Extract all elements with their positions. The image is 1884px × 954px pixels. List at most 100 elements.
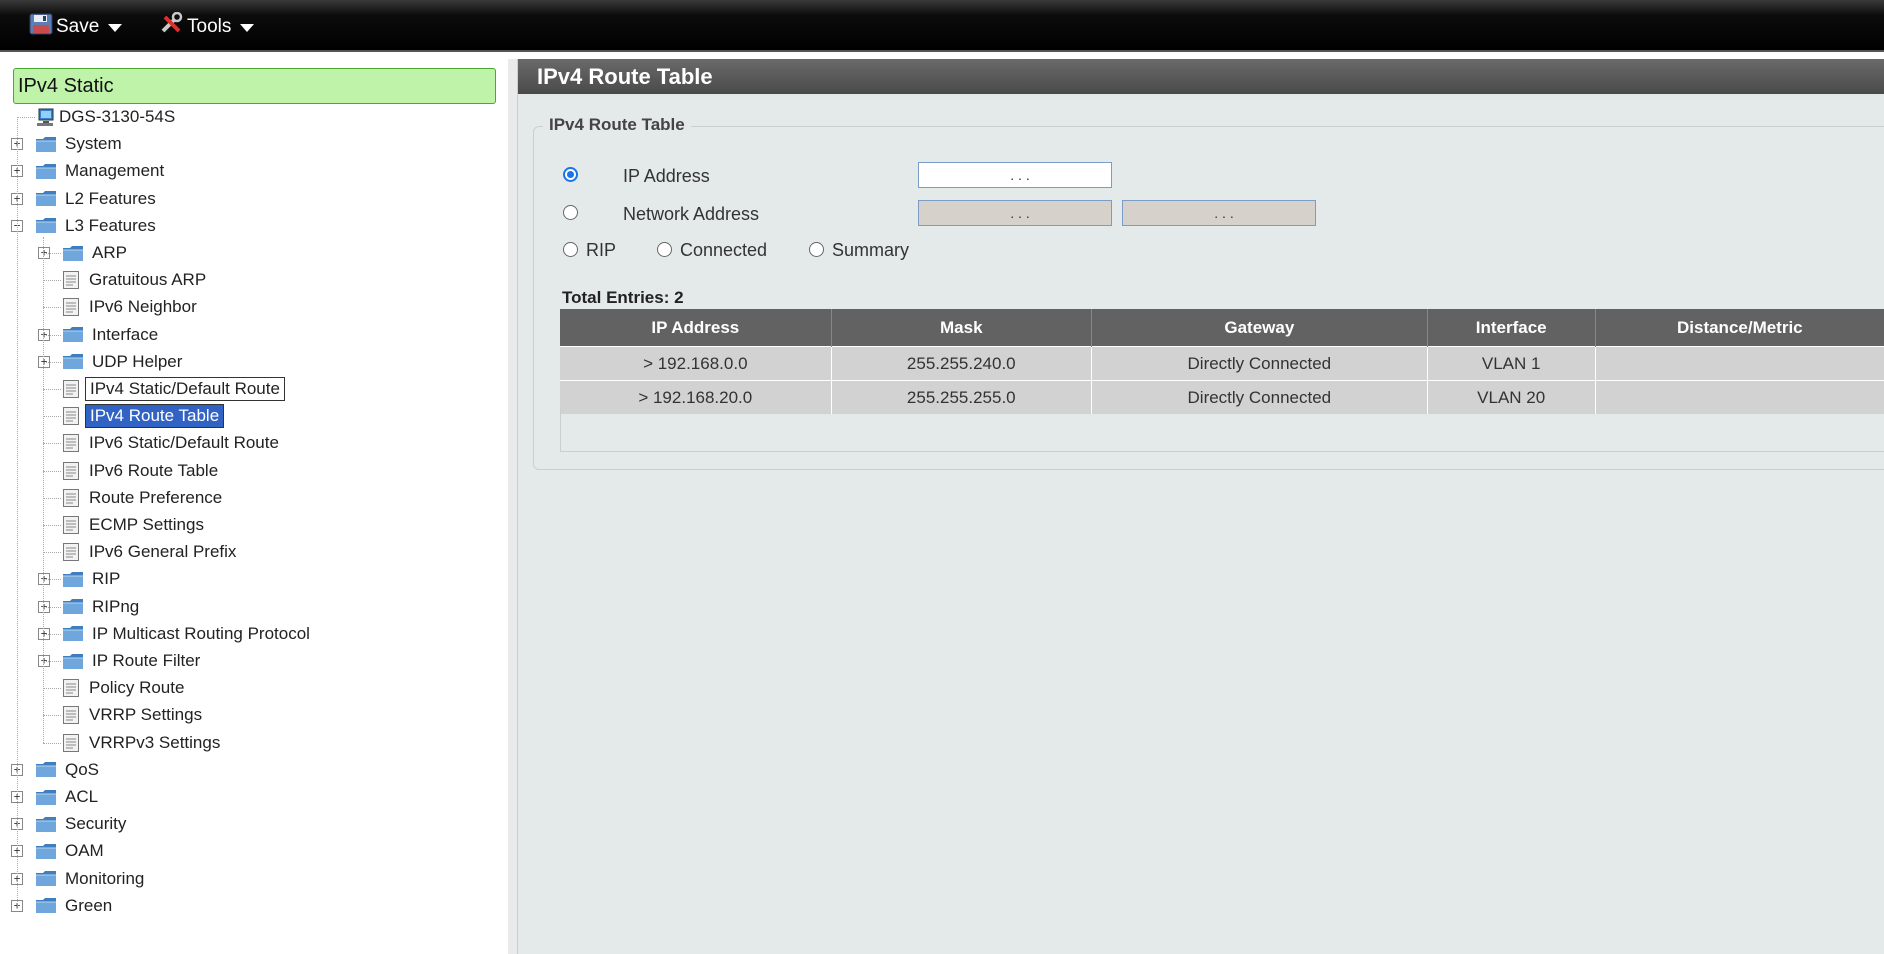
tree-root-device[interactable]: DGS-3130-54S bbox=[35, 105, 179, 129]
tree-item-label: Interface bbox=[92, 324, 159, 344]
tree-item-interface[interactable]: + Interface bbox=[38, 323, 162, 347]
tree-item-ipv4-route-table[interactable]: IPv4 Route Table bbox=[62, 404, 225, 429]
tree-item-gratuitous-arp[interactable]: Gratuitous ARP bbox=[62, 268, 210, 292]
tree-item-qos[interactable]: + QoS bbox=[11, 758, 103, 782]
tree-item-acl[interactable]: + ACL bbox=[11, 785, 102, 809]
tree-item-label: System bbox=[65, 134, 122, 154]
tree-item-label: VRRP Settings bbox=[89, 705, 203, 725]
folder-icon bbox=[35, 789, 57, 806]
tree-item-label: DGS-3130-54S bbox=[59, 107, 176, 126]
folder-icon bbox=[35, 870, 57, 887]
tree-item-policy-route[interactable]: Policy Route bbox=[62, 676, 188, 700]
main-content: IPv4 Route Table IPv4 Route Table IP Add… bbox=[517, 59, 1884, 954]
tree-item-route-preference[interactable]: Route Preference bbox=[62, 486, 226, 510]
tree-item-ecmp-settings[interactable]: ECMP Settings bbox=[62, 513, 208, 537]
tree-item-arp[interactable]: + ARP bbox=[38, 241, 131, 265]
folder-icon bbox=[35, 163, 57, 180]
folder-icon bbox=[62, 326, 84, 343]
tree-item-ip-multicast-routing-protocol[interactable]: + IP Multicast Routing Protocol bbox=[38, 622, 314, 646]
tree-connector bbox=[43, 525, 61, 526]
tree-connector bbox=[43, 606, 61, 608]
tree-item-green[interactable]: + Green bbox=[11, 894, 116, 918]
tree-item-ipv4-static-default-route[interactable]: IPv4 Static/Default Route bbox=[62, 377, 285, 401]
tree-item-label: Security bbox=[65, 814, 127, 834]
tree-item-l2-features[interactable]: + L2 Features bbox=[11, 187, 160, 211]
folder-icon bbox=[62, 625, 84, 642]
folder-icon bbox=[35, 843, 57, 860]
folder-icon bbox=[62, 653, 84, 670]
tree-item-label: Monitoring bbox=[65, 868, 145, 888]
tree-connector bbox=[43, 280, 61, 282]
connected-label: Connected bbox=[680, 240, 768, 260]
tree-item-vrrp-settings[interactable]: VRRP Settings bbox=[62, 703, 206, 727]
tree-item-ipv6-neighbor[interactable]: IPv6 Neighbor bbox=[62, 295, 201, 319]
tree-connector bbox=[43, 742, 61, 744]
ip-address-input[interactable]: . . . bbox=[918, 162, 1112, 188]
tree-item-label: IPv4 Route Table bbox=[85, 404, 225, 429]
tree-item-vrrpv3-settings[interactable]: VRRPv3 Settings bbox=[62, 731, 224, 755]
tree-item-label: Route Preference bbox=[89, 487, 223, 507]
page-icon bbox=[62, 270, 80, 290]
tree-search-input[interactable]: IPv4 Static bbox=[13, 68, 496, 104]
tree-item-ip-route-filter[interactable]: + IP Route Filter bbox=[38, 649, 204, 673]
tree-item-label: RIPng bbox=[92, 596, 140, 616]
ip-address-label: IP Address bbox=[623, 166, 710, 186]
tree-item-system[interactable]: + System bbox=[11, 132, 126, 156]
top-toolbar: Save Tools bbox=[0, 0, 1884, 52]
tree-connector bbox=[43, 307, 61, 309]
cell-ip-address[interactable]: > 192.168.0.0 bbox=[560, 346, 832, 381]
tree-item-label: Gratuitous ARP bbox=[89, 270, 207, 290]
tree-item-ripng[interactable]: + RIPng bbox=[38, 595, 143, 619]
tree-connector bbox=[43, 237, 44, 743]
page-icon bbox=[62, 406, 80, 426]
page-icon bbox=[62, 733, 80, 753]
tree-item-ipv6-route-table[interactable]: IPv6 Route Table bbox=[62, 459, 222, 483]
tree-item-label: IPv6 Neighbor bbox=[89, 297, 197, 317]
tree-item-ipv6-static-default-route[interactable]: IPv6 Static/Default Route bbox=[62, 431, 283, 455]
save-menu-button[interactable]: Save bbox=[29, 10, 123, 44]
tree-item-management[interactable]: + Management bbox=[11, 159, 168, 183]
cell-interface: VLAN 1 bbox=[1427, 346, 1596, 381]
tree-item-udp-helper[interactable]: + UDP Helper bbox=[38, 350, 186, 374]
folder-icon bbox=[35, 897, 57, 914]
tree-item-label: VRRPv3 Settings bbox=[89, 732, 221, 752]
tree-item-label: IPv6 Static/Default Route bbox=[89, 433, 279, 453]
tree-connector bbox=[43, 715, 61, 717]
tree-item-oam[interactable]: + OAM bbox=[11, 839, 108, 863]
tree-connector bbox=[43, 361, 61, 363]
network-address-label: Network Address bbox=[623, 204, 760, 224]
tree-item-label: ACL bbox=[65, 787, 99, 806]
tree-item-label: IPv6 General Prefix bbox=[89, 542, 237, 562]
summary-radio[interactable] bbox=[809, 242, 824, 257]
tree-item-ipv6-general-prefix[interactable]: IPv6 General Prefix bbox=[62, 540, 240, 564]
cell-distance-metric bbox=[1595, 346, 1884, 381]
cell-gateway: Directly Connected bbox=[1091, 346, 1428, 381]
chevron-down-icon bbox=[108, 24, 123, 32]
tree-item-label: OAM bbox=[65, 841, 104, 861]
ip-address-radio[interactable] bbox=[563, 167, 578, 182]
connected-radio[interactable] bbox=[657, 242, 672, 257]
tree-connector bbox=[43, 334, 61, 336]
tree-connector bbox=[43, 688, 61, 690]
folder-icon bbox=[35, 190, 57, 207]
rip-label: RIP bbox=[586, 240, 617, 260]
panel-splitter[interactable] bbox=[508, 59, 517, 954]
column-header: Distance/Metric bbox=[1595, 309, 1884, 347]
tools-menu-button[interactable]: Tools bbox=[160, 10, 255, 44]
table-header-row: IP Address Mask Gateway Interface Distan… bbox=[560, 309, 1884, 347]
tree-item-l3-features[interactable]: − L3 Features bbox=[11, 214, 160, 238]
navigation-tree-panel: IPv4 Static DGS-3130-54S + System + Manageme… bbox=[5, 59, 509, 954]
page-icon bbox=[62, 705, 80, 725]
tree-item-label: Green bbox=[65, 895, 113, 915]
table-row[interactable]: > 192.168.0.0 255.255.240.0 Directly Con… bbox=[560, 346, 1884, 381]
tree-item-security[interactable]: + Security bbox=[11, 812, 130, 836]
tree-item-label: IPv4 Static/Default Route bbox=[85, 377, 285, 401]
tree-item-rip[interactable]: + RIP bbox=[38, 567, 124, 591]
rip-radio[interactable] bbox=[563, 242, 578, 257]
tools-icon bbox=[160, 11, 184, 42]
tree-item-monitoring[interactable]: + Monitoring bbox=[11, 867, 148, 891]
tree-connector bbox=[43, 552, 61, 554]
network-address-radio[interactable] bbox=[563, 205, 578, 220]
column-header: Gateway bbox=[1091, 309, 1428, 347]
route-table: IP Address Mask Gateway Interface Distan… bbox=[560, 309, 1884, 414]
